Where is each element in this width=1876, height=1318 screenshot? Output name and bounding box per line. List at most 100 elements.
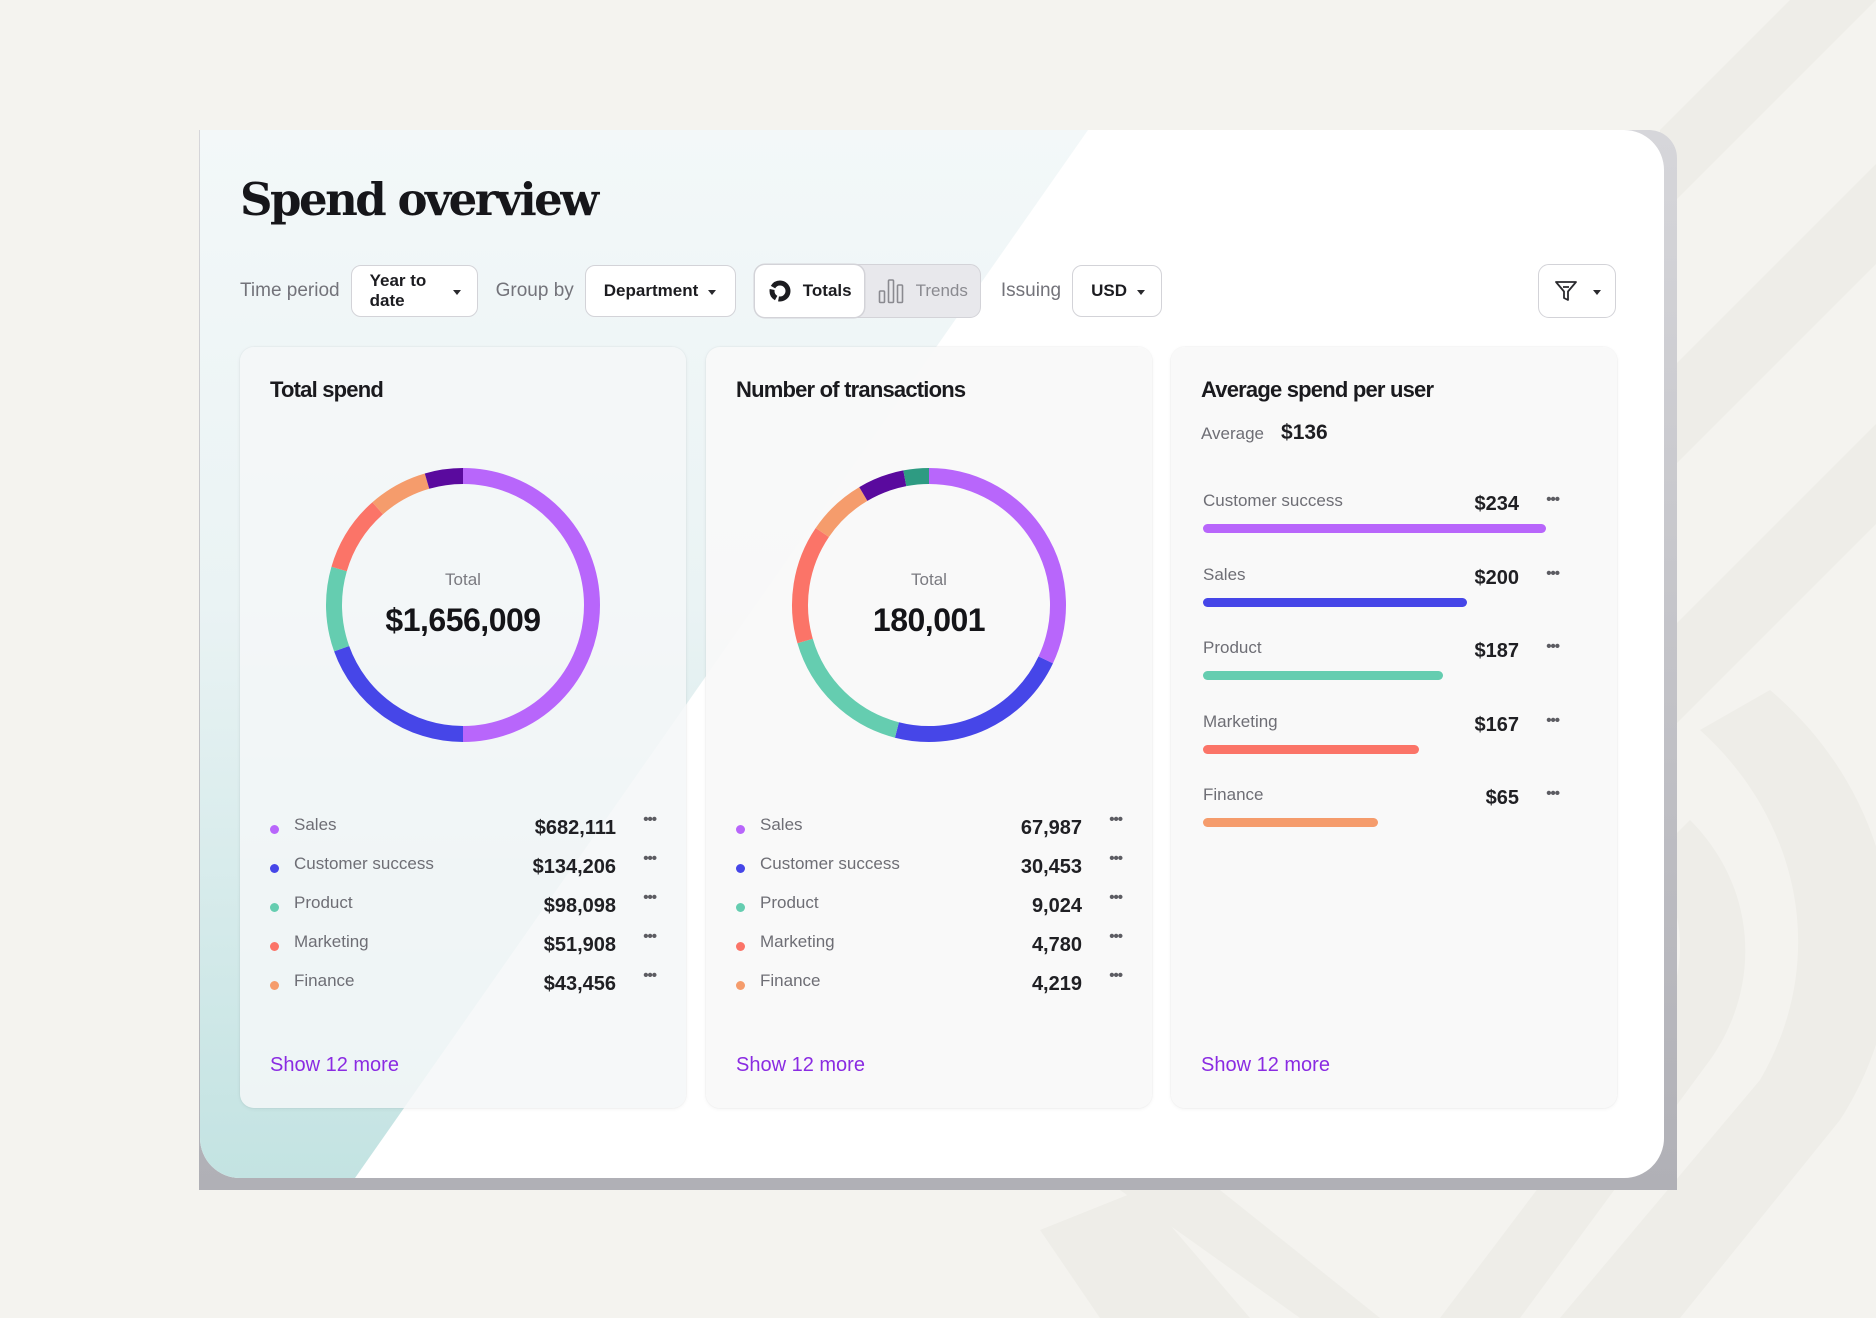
legend-name: Sales bbox=[760, 814, 803, 834]
bar-value: $187 bbox=[1474, 640, 1520, 662]
legend-name: Customer success bbox=[294, 853, 434, 873]
ellipsis-icon[interactable]: ••• bbox=[1546, 712, 1560, 729]
bar-track bbox=[1203, 524, 1546, 533]
page-title: Spend overview bbox=[240, 173, 599, 226]
bar-row: Customer success $234 ••• bbox=[1203, 491, 1587, 565]
bar-value: $234 bbox=[1474, 493, 1520, 515]
ellipsis-icon[interactable]: ••• bbox=[1109, 889, 1123, 906]
chevron-down-icon bbox=[452, 290, 461, 295]
donut-icon bbox=[769, 280, 791, 302]
time-period-dropdown[interactable]: Year to date bbox=[350, 265, 478, 317]
ellipsis-icon[interactable]: ••• bbox=[643, 850, 657, 867]
legend-value: $134,206 bbox=[532, 856, 616, 878]
bar-fill bbox=[1203, 744, 1420, 754]
ellipsis-icon[interactable]: ••• bbox=[643, 928, 657, 945]
legend-value: 9,024 bbox=[1031, 895, 1082, 917]
bar-track bbox=[1203, 597, 1546, 607]
donut-center-value: $1,656,009 bbox=[385, 601, 541, 638]
ellipsis-icon[interactable]: ••• bbox=[643, 889, 657, 906]
legend-name: Finance bbox=[760, 970, 821, 990]
legend-dot bbox=[270, 825, 279, 834]
chevron-down-icon bbox=[1593, 290, 1601, 295]
filter-button[interactable] bbox=[1538, 264, 1616, 318]
panel-title: Number of transactions bbox=[736, 377, 966, 402]
bar-row: Finance $65 ••• bbox=[1203, 785, 1587, 859]
bar-label: Product bbox=[1203, 638, 1262, 657]
show-more-link[interactable]: Show 12 more bbox=[736, 1054, 865, 1077]
bar-fill bbox=[1203, 671, 1444, 680]
ellipsis-icon[interactable]: ••• bbox=[1546, 638, 1560, 655]
ellipsis-icon[interactable]: ••• bbox=[1546, 565, 1560, 582]
legend-dot bbox=[270, 942, 279, 951]
bar-label: Finance bbox=[1203, 785, 1264, 804]
donut-center: Total 180,001 bbox=[789, 465, 1069, 745]
legend: Sales $682,111 ••• Customer success $134… bbox=[270, 807, 657, 1002]
bar-row: Product $187 ••• bbox=[1203, 638, 1587, 712]
currency-dropdown[interactable]: USD bbox=[1072, 265, 1163, 317]
total-spend-panel: Total spend Total $1,656,009 Sales $682,… bbox=[240, 347, 686, 1108]
tab-trends[interactable]: Trends bbox=[864, 265, 980, 317]
panel-title: Total spend bbox=[270, 377, 384, 402]
panel-title: Average spend per user bbox=[1201, 377, 1434, 402]
transactions-panel: Number of transactions Total 180,001 Sal… bbox=[706, 347, 1152, 1108]
ellipsis-icon[interactable]: ••• bbox=[1546, 785, 1560, 802]
average-value: $136 bbox=[1281, 421, 1328, 444]
ellipsis-icon[interactable]: ••• bbox=[1109, 967, 1123, 984]
legend-dot bbox=[736, 981, 745, 990]
chevron-down-icon bbox=[1136, 290, 1145, 295]
donut-center: Total $1,656,009 bbox=[323, 465, 603, 745]
spend-overview-window: Spend overview Time period Year to date … bbox=[200, 130, 1664, 1178]
currency-value: USD bbox=[1091, 281, 1127, 300]
legend-name: Product bbox=[294, 892, 353, 912]
ellipsis-icon[interactable]: ••• bbox=[1109, 850, 1123, 867]
show-more-link[interactable]: Show 12 more bbox=[1201, 1054, 1330, 1077]
legend-name: Product bbox=[760, 892, 819, 912]
legend-row: Finance 4,219 ••• bbox=[736, 963, 1123, 1002]
ellipsis-icon[interactable]: ••• bbox=[1109, 928, 1123, 945]
bar-value: $167 bbox=[1474, 713, 1520, 736]
legend-row: Sales 67,987 ••• bbox=[736, 807, 1123, 846]
bar-fill bbox=[1203, 524, 1546, 533]
bar-label: Marketing bbox=[1203, 711, 1278, 731]
legend-name: Finance bbox=[294, 970, 355, 990]
filter-toolbar: Time period Year to date Group by Depart… bbox=[240, 264, 1664, 318]
legend-value: 30,453 bbox=[1020, 856, 1082, 878]
legend-name: Customer success bbox=[760, 853, 900, 873]
ellipsis-icon[interactable]: ••• bbox=[1109, 811, 1123, 828]
time-period-value: Year to date bbox=[369, 271, 427, 310]
legend-value: 67,987 bbox=[1020, 817, 1082, 839]
bar-row: Marketing $167 ••• bbox=[1203, 712, 1587, 786]
legend-dot bbox=[736, 825, 745, 834]
bar-track bbox=[1203, 818, 1546, 827]
legend-row: Customer success $134,206 ••• bbox=[270, 846, 657, 885]
bar-value: $65 bbox=[1485, 787, 1519, 809]
ellipsis-icon[interactable]: ••• bbox=[1546, 491, 1560, 508]
bar-list: Customer success $234 ••• Sales $200 •••… bbox=[1203, 491, 1587, 859]
bar-track bbox=[1203, 744, 1546, 754]
donut-center-label: Total bbox=[911, 569, 947, 589]
legend-name: Marketing bbox=[294, 931, 369, 951]
legend-value: $682,111 bbox=[534, 817, 616, 839]
legend-row: Sales $682,111 ••• bbox=[270, 807, 657, 846]
legend-value: $51,908 bbox=[543, 934, 616, 956]
tab-trends-label: Trends bbox=[915, 281, 968, 300]
legend-value: 4,219 bbox=[1031, 973, 1082, 995]
legend-dot bbox=[736, 903, 745, 912]
bar-chart-icon bbox=[878, 279, 903, 304]
legend-value: $43,456 bbox=[543, 973, 616, 995]
tab-totals-label: Totals bbox=[802, 281, 852, 300]
tab-totals[interactable]: Totals bbox=[754, 265, 864, 317]
legend: Sales 67,987 ••• Customer success 30,453… bbox=[736, 807, 1123, 1002]
ellipsis-icon[interactable]: ••• bbox=[643, 967, 657, 984]
show-more-link[interactable]: Show 12 more bbox=[270, 1054, 399, 1077]
ellipsis-icon[interactable]: ••• bbox=[643, 811, 657, 828]
legend-dot bbox=[270, 981, 279, 990]
filter-icon bbox=[1555, 281, 1577, 301]
legend-value: 4,780 bbox=[1031, 934, 1082, 956]
legend-name: Marketing bbox=[760, 931, 835, 951]
group-by-dropdown[interactable]: Department bbox=[584, 265, 736, 317]
average-summary: Average $136 bbox=[1201, 421, 1328, 445]
bar-label: Customer success bbox=[1203, 491, 1343, 510]
legend-row: Finance $43,456 ••• bbox=[270, 963, 657, 1002]
donut-center-value: 180,001 bbox=[872, 601, 986, 638]
